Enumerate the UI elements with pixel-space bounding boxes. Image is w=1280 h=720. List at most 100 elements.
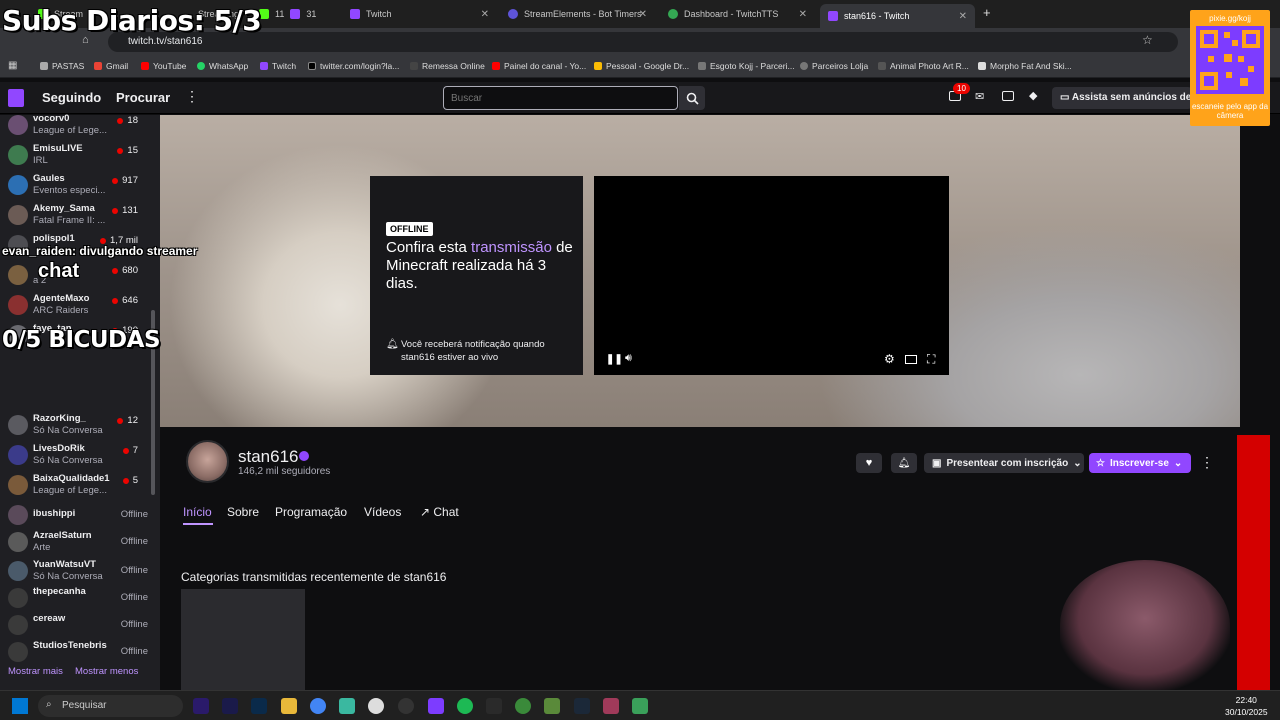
avatar bbox=[8, 415, 28, 435]
recent-categories-heading: Categorias transmitidas recentemente de … bbox=[181, 570, 447, 584]
sidebar-channel[interactable]: YuanWatsuVT Só Na Conversa Offline bbox=[8, 559, 148, 587]
close-tab-icon[interactable]: ✕ bbox=[799, 9, 807, 20]
bookmark-item[interactable]: twitter.com/login?la... bbox=[308, 61, 399, 71]
theatre-mode-icon[interactable] bbox=[905, 355, 917, 364]
whispers-icon[interactable] bbox=[1002, 91, 1014, 101]
notepad-icon[interactable] bbox=[339, 698, 355, 714]
file-explorer-icon[interactable] bbox=[281, 698, 297, 714]
video-player[interactable]: ❚❚ 🔊︎ ⚙ ⛶ bbox=[594, 176, 949, 375]
search-button[interactable] bbox=[679, 86, 705, 110]
sidebar-channel[interactable]: AgenteMaxo ARC Raiders 646 bbox=[8, 293, 148, 321]
pause-icon[interactable]: ❚❚ bbox=[606, 354, 623, 365]
sidebar-channel[interactable]: BaixaQualidade1 League of Lege... 5 bbox=[8, 473, 148, 501]
mail-icon[interactable]: ✉ bbox=[975, 90, 984, 103]
sidebar-channel[interactable]: StudiosTenebris Offline bbox=[8, 640, 148, 668]
viewer-count: 680 bbox=[112, 265, 138, 276]
after-effects-icon[interactable] bbox=[222, 698, 238, 714]
show-less-link[interactable]: Mostrar menos bbox=[75, 666, 138, 677]
twitch-logo-icon[interactable] bbox=[8, 89, 24, 107]
bell-icon: 🔔︎ bbox=[386, 339, 399, 350]
notifications-button[interactable]: 🔔︎ bbox=[891, 453, 917, 473]
settings-gear-icon[interactable]: ⚙ bbox=[884, 352, 895, 366]
gift-sub-button[interactable]: ▣ Presentear com inscrição ⌄ bbox=[924, 453, 1084, 473]
bookmark-item[interactable]: Painel do canal - Yo... bbox=[492, 61, 586, 71]
bookmark-item[interactable]: Parceiros Lolja bbox=[800, 61, 868, 71]
sidebar-channel[interactable]: LivesDoRik Só Na Conversa 7 bbox=[8, 443, 148, 471]
more-menu-icon[interactable]: ⋮ bbox=[185, 88, 199, 105]
close-tab-icon[interactable]: ✕ bbox=[481, 9, 489, 20]
subscribe-button[interactable]: ☆ Inscrever-se ⌄ bbox=[1089, 453, 1191, 473]
apps-grid-icon[interactable]: ▦ bbox=[8, 60, 17, 71]
bookmark-item[interactable]: Twitch bbox=[260, 61, 296, 71]
show-more-link[interactable]: Mostrar mais bbox=[8, 666, 63, 677]
nav-browse[interactable]: Procurar bbox=[116, 90, 170, 105]
channel-avatar[interactable] bbox=[186, 440, 229, 483]
taskbar-search[interactable]: ⌕ Pesquisar bbox=[38, 695, 183, 717]
ad-free-button[interactable]: ▭ Assista sem anúncios de bbox=[1052, 87, 1192, 109]
channel-name[interactable]: stan616 bbox=[238, 447, 299, 467]
app-icon[interactable] bbox=[603, 698, 619, 714]
tab-chat[interactable]: ↗ Chat bbox=[420, 505, 459, 519]
windows-start-icon[interactable] bbox=[12, 698, 28, 714]
sidebar-channel[interactable]: EmisuLIVE IRL 15 bbox=[8, 143, 148, 171]
bookmark-star-icon[interactable]: ☆ bbox=[1142, 33, 1153, 47]
obs-icon[interactable] bbox=[398, 698, 414, 714]
nav-following[interactable]: Seguindo bbox=[42, 90, 101, 105]
sidebar-channel[interactable]: RazorKing_ Só Na Conversa 12 bbox=[8, 413, 148, 441]
vod-link[interactable]: transmissão bbox=[471, 239, 552, 256]
volume-icon[interactable]: 🔊︎ bbox=[625, 352, 632, 365]
app-icon[interactable] bbox=[368, 698, 384, 714]
close-tab-icon[interactable]: ✕ bbox=[639, 9, 647, 20]
close-tab-icon[interactable]: ✕ bbox=[959, 11, 967, 22]
fullscreen-icon[interactable]: ⛶ bbox=[927, 352, 935, 367]
sidebar-channel[interactable]: vocorv0 League of Lege... 18 bbox=[8, 113, 148, 141]
sidebar-channel[interactable]: Akemy_Sama Fatal Frame II: ... 131 bbox=[8, 203, 148, 231]
bookmark-item[interactable]: Remessa Online bbox=[410, 61, 485, 71]
browser-tab[interactable]: StreamElements - Bot Timers ✕ bbox=[500, 4, 655, 24]
tab-videos[interactable]: Vídeos bbox=[364, 505, 401, 519]
follow-button[interactable]: ♥ bbox=[856, 453, 882, 473]
chrome-icon[interactable] bbox=[310, 698, 326, 714]
bookmark-item[interactable]: Esgoto Kojj - Parceri... bbox=[698, 61, 795, 71]
bookmark-item[interactable]: Morpho Fat And Ski... bbox=[978, 61, 1072, 71]
app-icon[interactable] bbox=[428, 698, 444, 714]
address-field[interactable]: twitch.tv/stan616 bbox=[108, 32, 1178, 52]
spotify-icon[interactable] bbox=[457, 698, 473, 714]
tab-schedule[interactable]: Programação bbox=[275, 505, 347, 519]
bookmark-item[interactable]: Animal Photo Art R... bbox=[878, 61, 969, 71]
new-tab-button[interactable]: + bbox=[983, 5, 991, 20]
bits-icon[interactable]: ◆ bbox=[1029, 89, 1037, 102]
browser-tab[interactable]: Twitch ✕ bbox=[342, 4, 497, 24]
bookmark-item[interactable]: YouTube bbox=[141, 61, 186, 71]
search-input[interactable] bbox=[443, 86, 678, 110]
steam-icon[interactable] bbox=[574, 698, 590, 714]
sidebar-channel[interactable]: AzraelSaturn Arte Offline bbox=[8, 530, 148, 558]
windows-taskbar: ⌕ Pesquisar 22:40 30/10/2025 bbox=[0, 690, 1280, 720]
offline-message[interactable]: Confira esta transmissão de Minecraft re… bbox=[386, 239, 576, 293]
avatar bbox=[8, 295, 28, 315]
qr-url: pixie.gg/kojj bbox=[1209, 14, 1251, 23]
tab-about[interactable]: Sobre bbox=[227, 505, 259, 519]
app-icon[interactable] bbox=[632, 698, 648, 714]
youtube-icon bbox=[492, 62, 500, 70]
browser-tab[interactable]: Dashboard - TwitchTTS ✕ bbox=[660, 4, 815, 24]
minecraft-icon[interactable] bbox=[544, 698, 560, 714]
tab-home[interactable]: Início bbox=[183, 505, 212, 519]
browser-tab-active[interactable]: stan616 - Twitch ✕ bbox=[820, 4, 975, 28]
sidebar-channel[interactable]: thepecanha Offline bbox=[8, 586, 148, 614]
sidebar-channel[interactable]: cereaw Offline bbox=[8, 613, 148, 641]
bookmark-item[interactable]: WhatsApp bbox=[197, 61, 248, 71]
sidebar-channel[interactable]: ibushippi Offline bbox=[8, 503, 148, 531]
system-clock[interactable]: 22:40 30/10/2025 bbox=[1225, 694, 1268, 718]
sidebar-channel[interactable]: Gaules Eventos especi... 917 bbox=[8, 173, 148, 201]
category-thumbnail[interactable] bbox=[181, 589, 305, 690]
premiere-icon[interactable] bbox=[193, 698, 209, 714]
photoshop-icon[interactable] bbox=[251, 698, 267, 714]
app-icon[interactable] bbox=[515, 698, 531, 714]
bookmark-item[interactable]: Pessoal - Google Dr... bbox=[594, 61, 689, 71]
more-options-icon[interactable]: ⋮ bbox=[1200, 454, 1214, 471]
bookmark-item[interactable]: PASTAS bbox=[40, 61, 84, 71]
terminal-icon[interactable] bbox=[486, 698, 502, 714]
bookmark-item[interactable]: Gmail bbox=[94, 61, 128, 71]
page-icon bbox=[410, 62, 418, 70]
